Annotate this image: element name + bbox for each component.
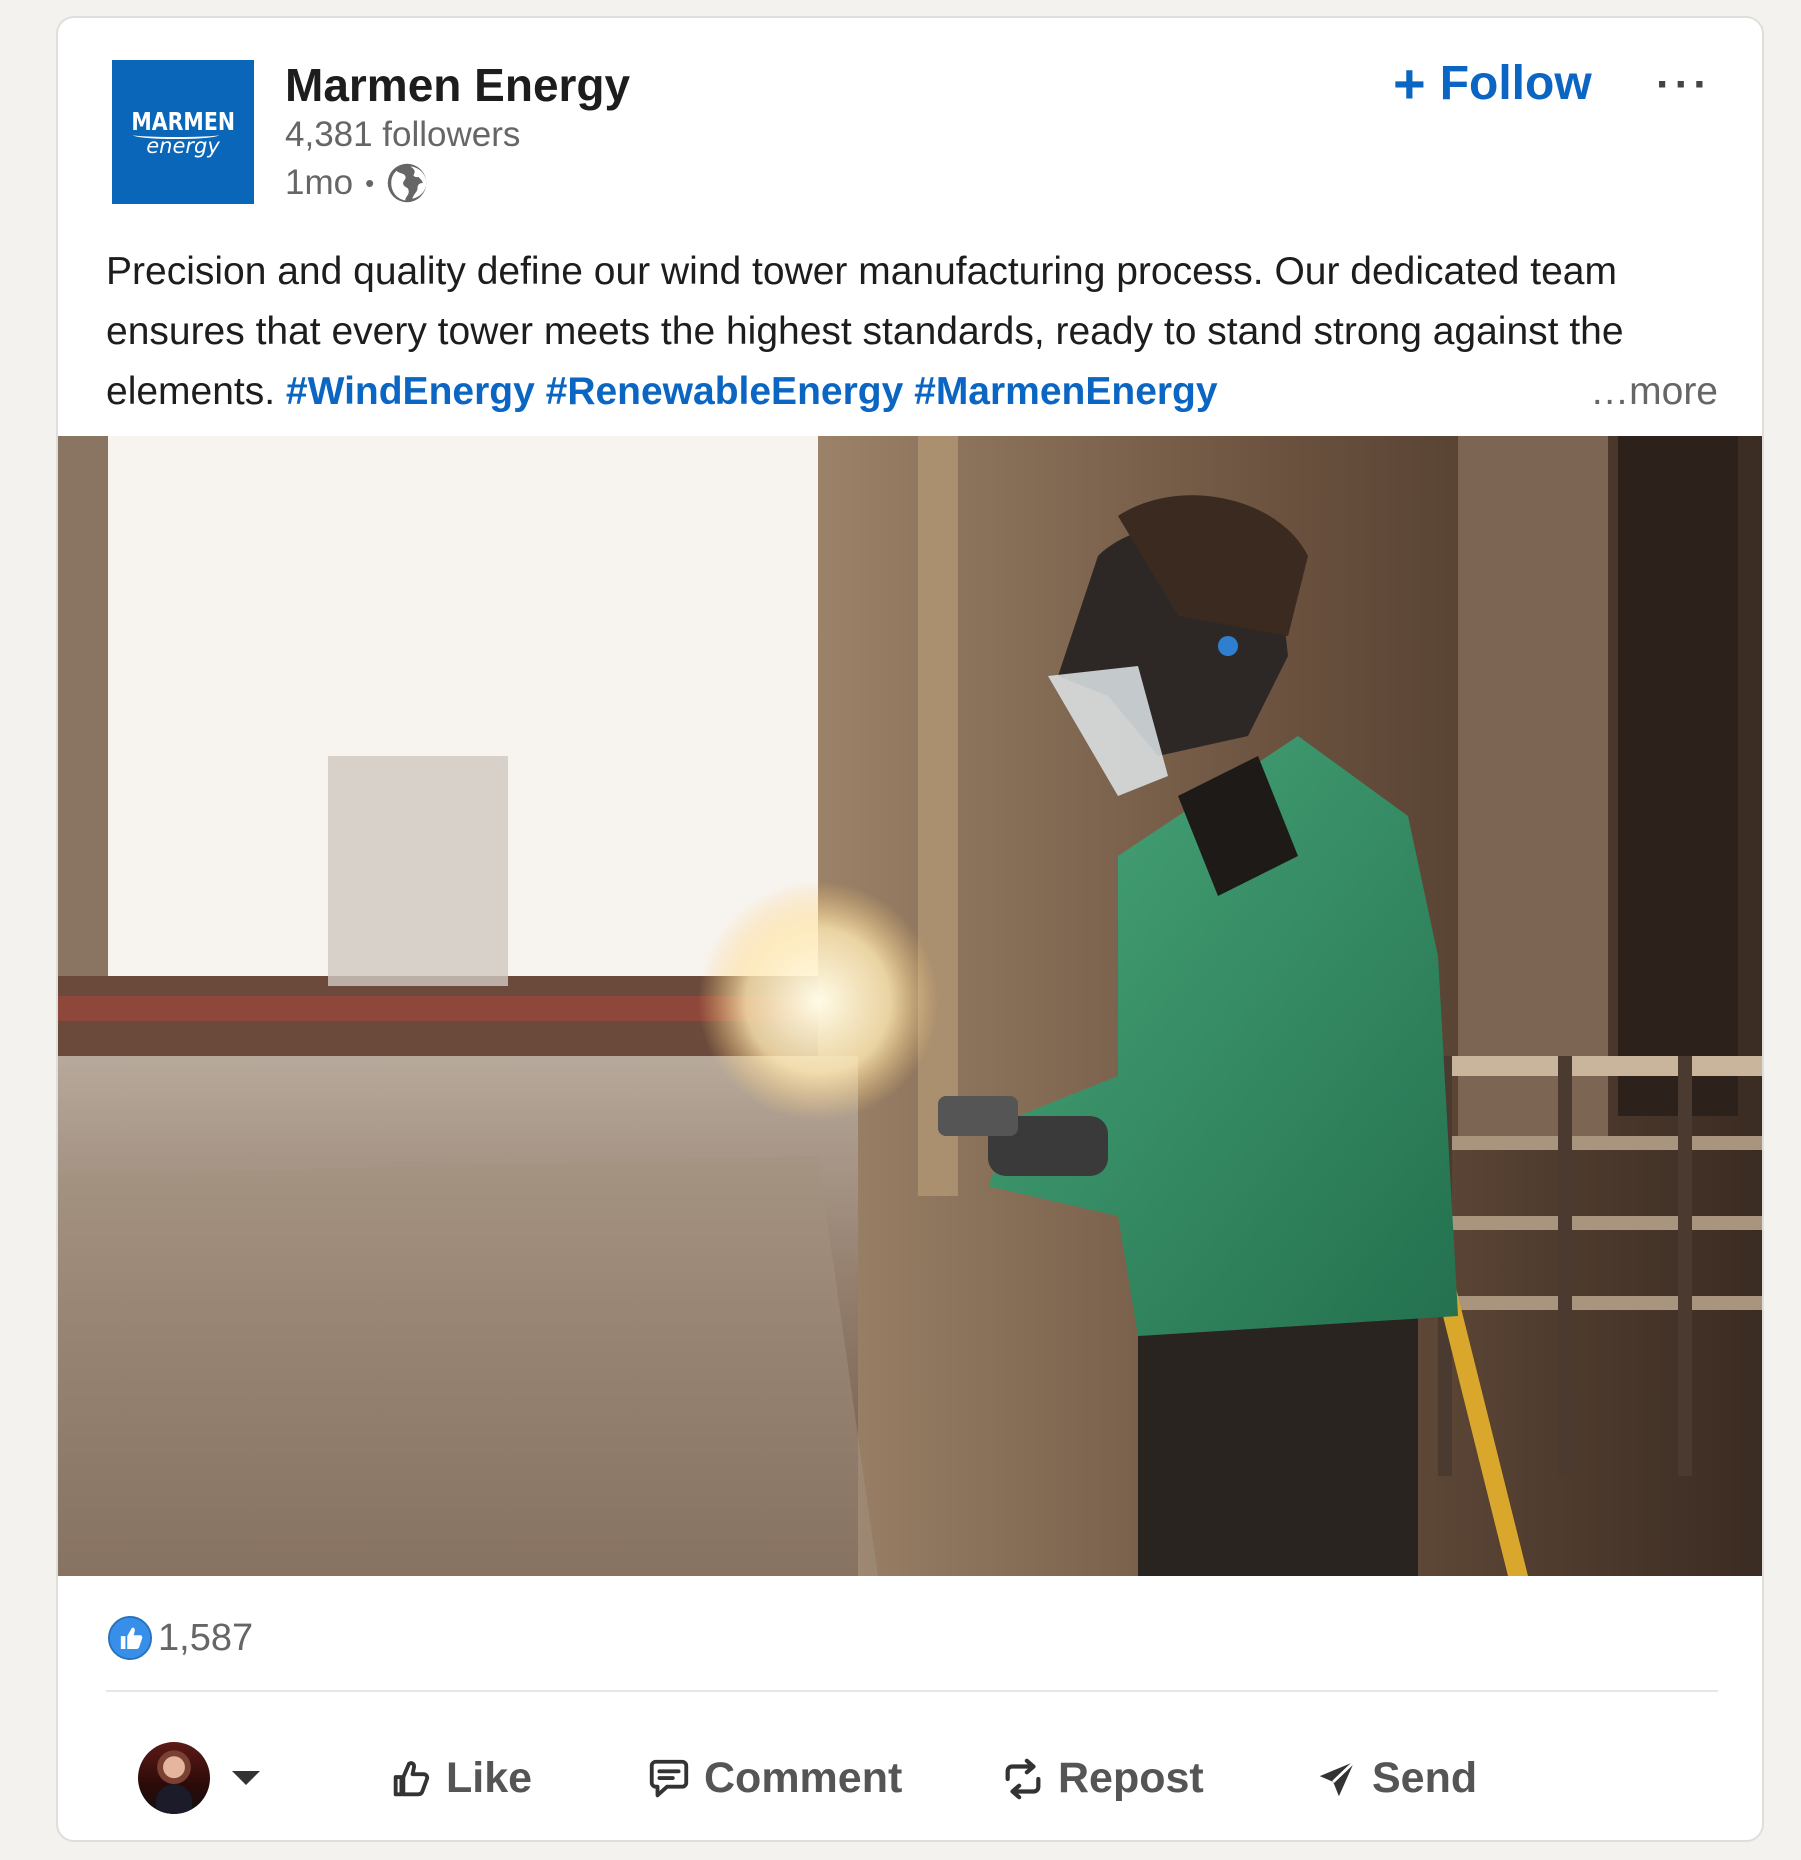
repost-label: Repost <box>1058 1754 1204 1802</box>
chevron-down-icon <box>232 1771 260 1785</box>
like-label: Like <box>446 1754 533 1802</box>
plus-icon: + <box>1393 51 1426 115</box>
hashtag-link[interactable]: #WindEnergy <box>286 370 535 413</box>
more-options-button[interactable]: ··· <box>1656 60 1712 110</box>
reactions-summary[interactable]: 1,587 <box>108 1616 253 1660</box>
see-more-link[interactable]: …more <box>1582 362 1718 422</box>
avatar <box>138 1742 210 1814</box>
post-body: Precision and quality define our wind to… <box>106 242 1726 422</box>
thumbs-up-icon <box>393 1760 430 1796</box>
post-image[interactable] <box>58 436 1764 1576</box>
comment-icon <box>649 1759 689 1797</box>
send-label: Send <box>1372 1754 1478 1802</box>
post-card: MARMEN energy Marmen Energy 4,381 follow… <box>56 16 1764 1842</box>
comment-button[interactable]: Comment <box>646 1754 902 1803</box>
post-time: 1mo <box>285 163 354 202</box>
send-button[interactable]: Send <box>1314 1754 1477 1803</box>
globe-icon <box>387 163 427 203</box>
repost-button[interactable]: Repost <box>1000 1754 1204 1803</box>
company-logo[interactable]: MARMEN energy <box>112 60 254 204</box>
logo-subtext: energy <box>146 134 220 158</box>
repost-icon <box>1005 1758 1041 1799</box>
like-reaction-icon <box>108 1616 152 1660</box>
like-button[interactable]: Like <box>388 1754 532 1803</box>
divider <box>106 1690 1718 1692</box>
meta-separator: • <box>365 167 375 198</box>
company-name[interactable]: Marmen Energy <box>285 58 630 112</box>
comment-label: Comment <box>704 1754 903 1802</box>
hashtag-link[interactable]: #MarmenEnergy <box>914 370 1217 413</box>
follow-button[interactable]: + Follow <box>1393 51 1592 115</box>
action-bar: Like Comment Repost Send <box>58 1718 1762 1838</box>
follower-count: 4,381 followers <box>285 115 521 154</box>
post-meta: 1mo • <box>285 162 428 204</box>
actor-switcher[interactable] <box>138 1742 260 1814</box>
hashtag-link[interactable]: #RenewableEnergy <box>546 370 904 413</box>
reaction-count: 1,587 <box>158 1616 254 1659</box>
send-icon <box>1319 1760 1356 1796</box>
logo-wordmark: MARMEN <box>131 107 235 136</box>
follow-label: Follow <box>1439 57 1592 110</box>
